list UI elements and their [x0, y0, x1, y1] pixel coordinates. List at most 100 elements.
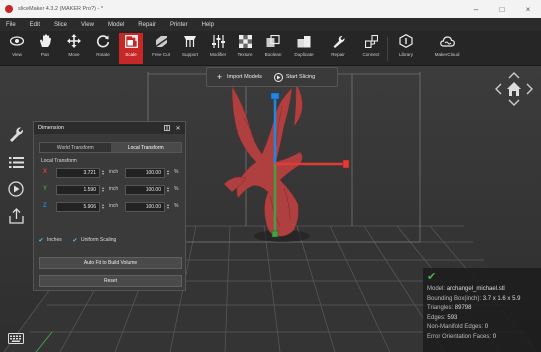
- app-logo-icon: [5, 5, 13, 13]
- z-percent-stepper[interactable]: ▲ ▼: [165, 202, 171, 212]
- z-size-stepper[interactable]: ▲ ▼: [100, 202, 106, 212]
- z-percent-sign: %: [174, 203, 179, 209]
- x-percent-sign: %: [174, 169, 179, 175]
- duplicate-icon: [296, 33, 312, 49]
- left-sidebar: [0, 66, 32, 352]
- menu-help[interactable]: Help: [202, 22, 214, 28]
- menu-view[interactable]: View: [81, 22, 94, 28]
- maximize-button[interactable]: □: [489, 0, 515, 18]
- window-title: sliceMaker 4.3.2 (MAKER Pro?) - *: [18, 6, 103, 12]
- cut-icon: [153, 33, 169, 49]
- axis-label-x: X: [43, 169, 48, 175]
- minimize-button[interactable]: –: [463, 0, 489, 18]
- scale-tool-button[interactable]: Scale: [119, 33, 143, 64]
- panel-title: Dimension: [38, 125, 64, 131]
- menu-slice[interactable]: Slice: [54, 22, 67, 28]
- nav-down-chevron-icon[interactable]: [508, 99, 520, 106]
- move-tool-button[interactable]: Move: [62, 33, 86, 64]
- import-models-button[interactable]: + Import Models: [215, 71, 262, 82]
- menu-repair[interactable]: Repair: [138, 22, 156, 28]
- z-size-input[interactable]: 5.906: [56, 202, 100, 212]
- transform-tabs: World Transform Local Transform: [39, 142, 182, 153]
- y-percent-input[interactable]: 100.00: [125, 185, 165, 195]
- wrench-icon: [330, 33, 346, 49]
- support-tool-button[interactable]: Support: [178, 33, 202, 64]
- pan-tool-button[interactable]: Pan: [33, 33, 57, 64]
- z-unit-label: inch: [109, 203, 119, 209]
- dimension-row-y: Y 1.590 ▲ ▼ inch 100.00 ▲ ▼ %: [39, 184, 182, 196]
- auto-fit-button[interactable]: Auto Fit to Build Volume: [39, 257, 182, 269]
- y-percent-sign: %: [174, 186, 179, 192]
- close-button[interactable]: ×: [515, 0, 541, 18]
- cloud-icon: [439, 33, 455, 49]
- menu-model[interactable]: Model: [108, 22, 124, 28]
- y-percent-stepper[interactable]: ▲ ▼: [165, 185, 171, 195]
- x-size-stepper[interactable]: ▲ ▼: [100, 168, 106, 178]
- checker-icon: [237, 33, 253, 49]
- x-percent-input[interactable]: 100.00: [125, 168, 165, 178]
- list-icon[interactable]: [7, 153, 25, 171]
- library-tool-button[interactable]: Library: [394, 33, 418, 64]
- modifier-tool-button[interactable]: Modifier: [206, 33, 230, 64]
- panel-header: Dimension ✕: [34, 122, 185, 134]
- uniform-scaling-checkbox[interactable]: ✔ Uniform Scaling: [72, 237, 116, 244]
- dimension-row-z: Z 5.906 ▲ ▼ inch 100.00 ▲ ▼ %: [39, 201, 182, 213]
- dimension-row-x: X 3.721 ▲ ▼ inch 100.00 ▲ ▼ %: [39, 167, 182, 179]
- free-cut-tool-button[interactable]: Free Cut: [149, 33, 173, 64]
- play-circle-icon[interactable]: [7, 180, 25, 198]
- x-unit-label: inch: [109, 169, 119, 175]
- start-slicing-button[interactable]: Start Slicing: [273, 72, 315, 82]
- y-size-input[interactable]: 1.590: [56, 185, 100, 195]
- view-tool-button[interactable]: View: [5, 33, 29, 64]
- menu-file[interactable]: File: [6, 22, 16, 28]
- scale-icon: [123, 33, 139, 49]
- hand-icon: [37, 33, 53, 49]
- y-unit-label: inch: [109, 186, 119, 192]
- boolean-tool-button[interactable]: Boolean: [261, 33, 285, 64]
- checkmark-icon: ✔: [427, 271, 437, 283]
- nav-up-chevron-icon[interactable]: [508, 72, 520, 79]
- move-arrows-icon: [66, 33, 82, 49]
- local-transform-label: Local Transform: [41, 158, 77, 164]
- sliders-icon: [210, 33, 226, 49]
- panel-options-icon[interactable]: [163, 124, 171, 132]
- x-size-input[interactable]: 3.721: [56, 168, 100, 178]
- y-size-stepper[interactable]: ▲ ▼: [100, 185, 106, 195]
- makercloud-tool-button[interactable]: MakerCloud: [435, 33, 459, 64]
- action-bar: + Import Models Start Slicing: [206, 67, 338, 87]
- export-icon[interactable]: [7, 207, 25, 225]
- info-non-manifold-edges: Non-Manifold Edges: 0: [427, 324, 489, 331]
- repair-tool-button[interactable]: Repair: [326, 33, 350, 64]
- menu-edit[interactable]: Edit: [30, 22, 40, 28]
- duplicate-tool-button[interactable]: Duplicate: [292, 33, 316, 64]
- z-percent-input[interactable]: 100.00: [125, 202, 165, 212]
- texture-tool-button[interactable]: Texture: [233, 33, 257, 64]
- home-icon[interactable]: [507, 82, 521, 96]
- connect-tool-button[interactable]: Connect: [359, 33, 383, 64]
- tab-world-transform[interactable]: World Transform: [40, 143, 111, 152]
- x-percent-stepper[interactable]: ▲ ▼: [165, 168, 171, 178]
- connect-icon: [363, 33, 379, 49]
- keyboard-icon[interactable]: [7, 329, 25, 347]
- menu-printer[interactable]: Printer: [170, 22, 188, 28]
- tab-local-transform[interactable]: Local Transform: [110, 143, 181, 152]
- menu-bar: File Edit Slice View Model Repair Printe…: [0, 18, 541, 31]
- view-navigation-widget: [494, 70, 534, 110]
- nav-right-chevron-icon[interactable]: [526, 83, 533, 95]
- panel-close-icon[interactable]: ✕: [174, 124, 182, 132]
- info-bounding-box: Bounding Box(inch): 3.7 x 1.6 x 5.9: [427, 295, 521, 302]
- nav-left-chevron-icon[interactable]: [495, 83, 502, 95]
- model-info-panel: ✔ Model: archangel_michael.stl Bounding …: [423, 268, 541, 352]
- axis-label-z: Z: [43, 203, 47, 209]
- check-icon: ✔: [38, 237, 44, 244]
- inches-checkbox[interactable]: ✔ Inches: [38, 237, 61, 244]
- plus-icon: +: [216, 71, 223, 82]
- toolbar-separator: [387, 37, 388, 61]
- rotate-icon: [95, 33, 111, 49]
- rotate-tool-button[interactable]: Rotate: [91, 33, 115, 64]
- toolbar: View Pan Move Rotate Scale Free Cut Supp…: [0, 31, 541, 66]
- wrench-icon[interactable]: [7, 125, 25, 143]
- dimension-panel: Dimension ✕ World Transform Local Transf…: [33, 121, 186, 291]
- reset-button[interactable]: Reset: [39, 275, 182, 287]
- info-error-orientation-faces: Error Orientation Faces: 0: [427, 333, 497, 340]
